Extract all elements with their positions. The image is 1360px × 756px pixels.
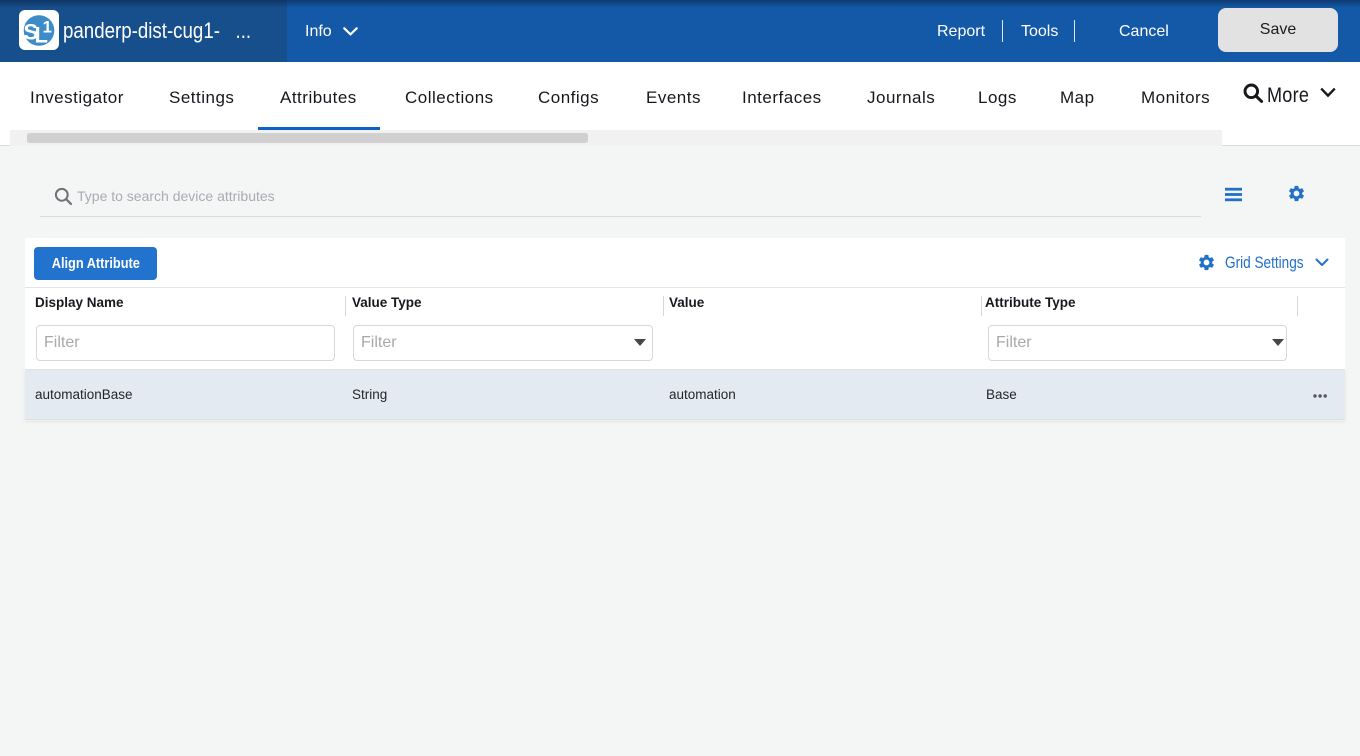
svg-text:1: 1 [43, 18, 52, 37]
